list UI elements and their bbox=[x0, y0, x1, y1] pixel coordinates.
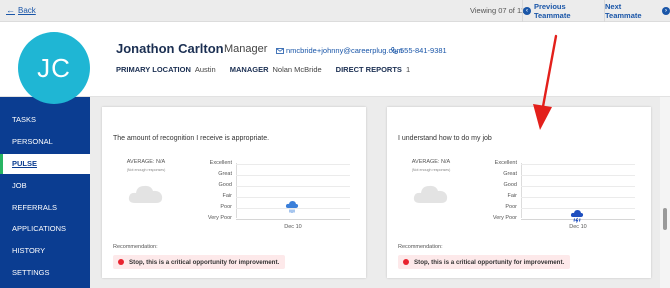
profile-meta: PRIMARY LOCATION Austin MANAGER Nolan Mc… bbox=[116, 65, 410, 74]
sidebar-item-referrals[interactable]: REFERRALS bbox=[0, 198, 90, 218]
next-teammate-label: Next Teammate bbox=[605, 2, 642, 20]
grid-line bbox=[236, 164, 350, 165]
grid-line bbox=[521, 186, 635, 187]
grid-line bbox=[236, 197, 350, 198]
critical-recommendation-badge: Stop, this is a critical opportunity for… bbox=[113, 255, 286, 269]
sidebar-item-applications[interactable]: APPLICATIONS bbox=[0, 219, 90, 239]
pulse-card: The amount of recognition I receive is a… bbox=[102, 107, 366, 278]
y-axis-label: Fair bbox=[507, 193, 517, 199]
manager-label: MANAGER bbox=[229, 65, 269, 74]
back-arrow-icon: ← bbox=[6, 5, 15, 15]
average-note: (Not enough responses) bbox=[126, 168, 166, 172]
grid-line bbox=[521, 164, 635, 165]
sidebar-item-pulse[interactable]: PULSE bbox=[0, 154, 90, 174]
chart-axis bbox=[236, 163, 237, 218]
direct-reports-label: DIRECT REPORTS bbox=[335, 65, 402, 74]
y-axis-label: Good bbox=[218, 182, 232, 188]
recommendation-text: Stop, this is a critical opportunity for… bbox=[129, 258, 280, 266]
sidebar-nav: TASKS PERSONAL PULSE JOB REFERRALS APPLI… bbox=[0, 97, 90, 288]
primary-location-label: PRIMARY LOCATION bbox=[116, 65, 191, 74]
pulse-question: The amount of recognition I receive is a… bbox=[113, 135, 270, 142]
teammate-role: Manager bbox=[224, 43, 268, 55]
email-link[interactable]: nmcbride+johnny@careerplug.com bbox=[276, 46, 403, 55]
critical-recommendation-badge: Stop, this is a critical opportunity for… bbox=[398, 255, 571, 269]
profile-header: JC Jonathon Carlton Manager nmcbride+joh… bbox=[0, 22, 670, 104]
y-axis-label: Very Poor bbox=[492, 215, 517, 221]
chevron-right-icon: › bbox=[662, 7, 670, 15]
scrollbar-track[interactable] bbox=[660, 97, 670, 288]
cloud-icon bbox=[128, 185, 163, 203]
stop-icon bbox=[118, 259, 124, 265]
grid-line bbox=[236, 175, 350, 176]
rain-cloud-icon bbox=[285, 201, 299, 213]
phone-icon bbox=[391, 47, 398, 54]
phone-link[interactable]: 555-841-9381 bbox=[391, 46, 447, 55]
x-axis-label: Dec 10 bbox=[569, 224, 587, 230]
pulse-card: I understand how to do my job AVERAGE: N… bbox=[387, 107, 651, 278]
y-axis-label: Great bbox=[503, 171, 517, 177]
primary-location-value: Austin bbox=[194, 65, 216, 74]
grid-line bbox=[236, 186, 350, 187]
phone-text: 555-841-9381 bbox=[400, 46, 447, 55]
y-axis-label: Very Poor bbox=[207, 215, 232, 221]
pulse-question: I understand how to do my job bbox=[398, 135, 492, 142]
sidebar-item-personal[interactable]: PERSONAL bbox=[0, 132, 90, 152]
envelope-icon bbox=[276, 47, 284, 54]
avatar: JC bbox=[18, 32, 90, 104]
back-link[interactable]: ← Back bbox=[6, 5, 36, 15]
chart-axis bbox=[521, 163, 522, 218]
next-teammate-button[interactable]: Next Teammate › bbox=[604, 0, 670, 22]
sidebar-item-settings[interactable]: SETTINGS bbox=[0, 263, 90, 283]
recommendation-label: Recommendation: bbox=[398, 244, 443, 250]
grid-line bbox=[521, 197, 635, 198]
storm-cloud-icon bbox=[570, 210, 584, 223]
average-score: AVERAGE: N/A bbox=[411, 159, 451, 165]
email-text: nmcbride+johnny@careerplug.com bbox=[286, 46, 403, 55]
viewing-counter: Viewing 07 of 11 bbox=[470, 6, 525, 15]
y-axis-label: Poor bbox=[505, 204, 517, 210]
grid-line bbox=[236, 219, 350, 220]
stop-icon bbox=[403, 259, 409, 265]
y-axis-label: Good bbox=[503, 182, 517, 188]
manager-value: Nolan McBride bbox=[272, 65, 322, 74]
average-note: (Not enough responses) bbox=[411, 168, 451, 172]
recommendation-label: Recommendation: bbox=[113, 244, 158, 250]
cloud-icon bbox=[413, 185, 448, 203]
x-axis-label: Dec 10 bbox=[284, 224, 302, 230]
back-label: Back bbox=[18, 5, 36, 15]
average-score: AVERAGE: N/A bbox=[126, 159, 166, 165]
y-axis-label: Fair bbox=[222, 193, 232, 199]
previous-teammate-label: Previous Teammate bbox=[533, 2, 571, 20]
sidebar-item-tasks[interactable]: TASKS bbox=[0, 110, 90, 130]
y-axis-label: Excellent bbox=[494, 160, 517, 166]
sidebar-item-history[interactable]: HISTORY bbox=[0, 241, 90, 261]
grid-line bbox=[521, 175, 635, 176]
y-axis-label: Great bbox=[218, 171, 232, 177]
chevron-left-icon: ‹ bbox=[523, 7, 531, 15]
direct-reports-value: 1 bbox=[405, 65, 411, 74]
top-bar: ← Back Viewing 07 of 11 ‹ Previous Teamm… bbox=[0, 0, 670, 22]
scrollbar-thumb[interactable] bbox=[663, 208, 667, 230]
sidebar-item-job[interactable]: JOB bbox=[0, 176, 90, 196]
recommendation-text: Stop, this is a critical opportunity for… bbox=[414, 258, 565, 266]
y-axis-label: Poor bbox=[220, 204, 232, 210]
teammate-name: Jonathon Carlton bbox=[116, 41, 224, 56]
previous-teammate-button[interactable]: ‹ Previous Teammate bbox=[522, 0, 604, 22]
y-axis-label: Excellent bbox=[209, 160, 232, 166]
